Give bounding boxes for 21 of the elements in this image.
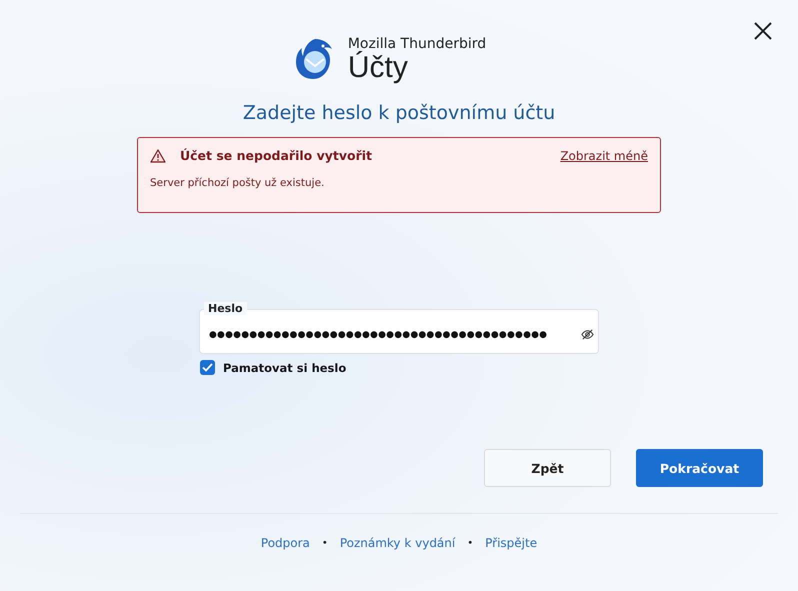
footer-link[interactable]: Podpora [260,536,310,550]
continue-button[interactable]: Pokračovat [636,449,763,487]
back-button[interactable]: Zpět [484,449,611,487]
page-heading: Zadejte heslo k poštovnímu účtu [242,102,556,124]
page-title: Účty [348,52,409,84]
footer-link[interactable]: Přispějte [485,536,538,550]
warning-icon [150,148,166,162]
brand-name: Mozilla Thunderbird [348,36,486,52]
show-less-link[interactable]: Zobrazit méně [560,148,648,162]
close-button[interactable] [754,22,772,40]
separator: • [322,538,328,548]
error-title: Účet se nepodařilo vytvořit [180,148,374,163]
error-message: Server příchozí pošty už existuje. [150,177,324,189]
password-value: ●●●●●●●●●●●●●●●●●●●●●●●●●●●●●●●●●●●●●●●●●● [209,330,548,340]
checkbox[interactable] [200,360,215,375]
checkbox-label: Pamatovat si heslo [223,360,346,374]
footer-link[interactable]: Poznámky k vydání [340,536,456,550]
field-label: Heslo [204,302,247,315]
eye-slash-icon[interactable] [581,328,594,341]
separator: • [467,538,474,548]
close-icon [754,22,772,40]
